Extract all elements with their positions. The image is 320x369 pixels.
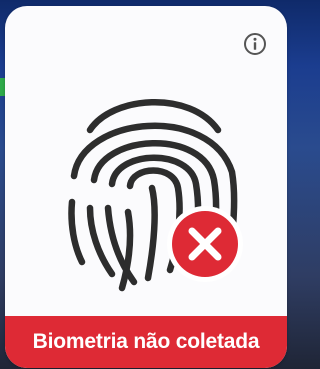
status-label: Biometria não coletada xyxy=(32,330,260,353)
info-icon[interactable] xyxy=(243,32,267,56)
biometric-status-card: Biometria não coletada xyxy=(5,6,287,368)
fingerprint-icon xyxy=(68,98,243,292)
status-banner: Biometria não coletada xyxy=(5,316,287,368)
close-circle-icon xyxy=(172,211,238,277)
fingerprint-illustration xyxy=(60,84,245,294)
